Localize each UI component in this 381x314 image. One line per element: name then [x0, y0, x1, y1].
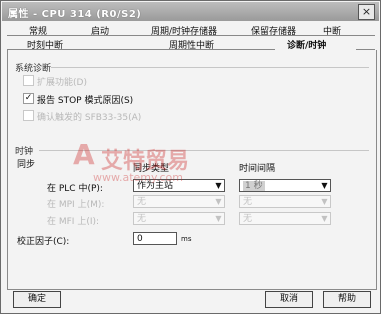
chevron-down-icon: ▼ — [215, 197, 222, 206]
watermark-logo: A 艾特贸易 www.atemy.com — [73, 138, 190, 185]
tab-row-divider — [7, 35, 375, 36]
close-button[interactable]: × — [358, 4, 375, 20]
chevron-down-icon: ▼ — [215, 214, 222, 223]
divider — [51, 67, 369, 68]
on-mpi-label: 在 MPI 上(M): — [47, 200, 105, 210]
plc-time-interval-select[interactable]: 1 秒 ▼ — [239, 179, 331, 192]
report-stop-reason-label: 报告 STOP 模式原因(S) — [37, 96, 134, 106]
sync-label: 同步 — [17, 160, 36, 170]
cancel-button[interactable]: 取消 — [265, 291, 313, 308]
time-interval-header: 时间间隔 — [239, 164, 276, 174]
correction-unit: ms — [181, 235, 192, 243]
system-diagnostics-header: 系统诊断 — [15, 64, 52, 74]
correction-factor-input[interactable]: 0 — [133, 232, 177, 245]
mfi-time-interval-select[interactable]: 无 ▼ — [239, 212, 331, 225]
acknowledge-sfb-checkbox[interactable] — [23, 110, 34, 121]
chevron-down-icon: ▼ — [321, 214, 328, 223]
mfi-sync-type-select[interactable]: 无 ▼ — [133, 212, 225, 225]
mpi-sync-type-select[interactable]: 无 ▼ — [133, 195, 225, 208]
correction-factor-label: 校正因子(C): — [17, 237, 70, 247]
mpi-time-interval-select[interactable]: 无 ▼ — [239, 195, 331, 208]
window-title: 属性 - CPU 314 (R0/S2) — [8, 9, 142, 20]
help-button[interactable]: 帮助 — [323, 291, 371, 308]
ok-button[interactable]: 确定 — [13, 291, 61, 308]
acknowledge-sfb-label: 确认触发的 SFB33-35(A) — [37, 113, 142, 123]
title-bar[interactable]: 属性 - CPU 314 (R0/S2) × — [2, 2, 379, 21]
extended-functions-checkbox[interactable] — [23, 75, 34, 86]
chevron-down-icon: ▼ — [321, 181, 328, 190]
clock-header: 时钟 — [15, 147, 34, 157]
properties-dialog: 属性 - CPU 314 (R0/S2) × 常规 启动 周期/时钟存储器 保留… — [0, 0, 381, 314]
on-mfi-label: 在 MFI 上(I): — [47, 217, 100, 227]
extended-functions-label: 扩展功能(D) — [37, 78, 87, 88]
chevron-down-icon: ▼ — [321, 197, 328, 206]
report-stop-reason-checkbox[interactable]: ✓ — [23, 93, 34, 104]
